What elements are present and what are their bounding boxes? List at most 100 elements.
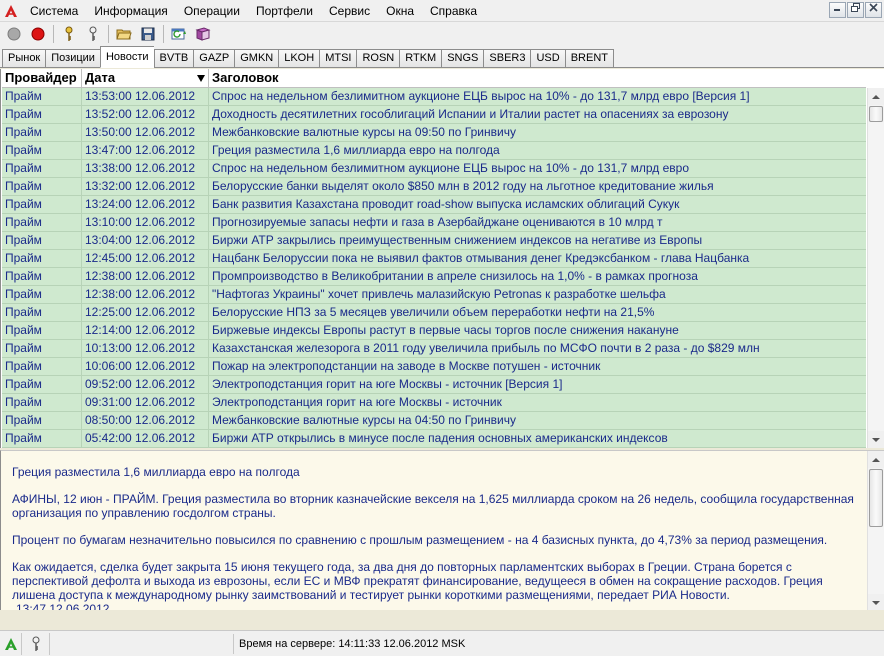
green-arrow-up-icon [4, 637, 17, 650]
arrow-up-icon [872, 457, 880, 462]
table-row[interactable]: Прайм 13:53:00 12.06.2012 Спрос на недельн… [2, 88, 866, 106]
table-row[interactable]: Прайм 12:38:00 12.06.2012 Промпроизводство… [2, 268, 866, 286]
cell-date: 12:45:00 12.06.2012 [82, 250, 209, 267]
column-header-provider[interactable]: Провайдер [2, 69, 82, 88]
tab-sngs[interactable]: SNGS [441, 49, 484, 68]
menu-windows[interactable]: Окна [378, 0, 422, 22]
cell-date: 08:50:00 12.06.2012 [82, 412, 209, 429]
connect-button[interactable] [3, 23, 25, 45]
cell-date: 12:38:00 12.06.2012 [82, 286, 209, 303]
instrument-tabs: Рынок Позиции Новости BVTB GAZP GMKN LKO… [0, 46, 884, 68]
tab-lkoh[interactable]: LKOH [278, 49, 320, 68]
table-row[interactable]: Прайм 10:06:00 12.06.2012 Пожар на электро… [2, 358, 866, 376]
open-button[interactable] [113, 23, 135, 45]
toolbar-separator [53, 25, 54, 43]
table-row[interactable]: Прайм 13:10:00 12.06.2012 Прогнозируемые з… [2, 214, 866, 232]
table-row[interactable]: Прайм 13:38:00 12.06.2012 Спрос на недельн… [2, 160, 866, 178]
tab-usd[interactable]: USD [530, 49, 565, 68]
menu-service[interactable]: Сервис [321, 0, 378, 22]
key-outline-button[interactable] [82, 23, 104, 45]
tab-positions[interactable]: Позиции [45, 49, 100, 68]
cell-title: Спрос на недельном безлимитном аукционе … [212, 89, 750, 103]
cell-provider: Прайм [2, 142, 82, 159]
table-row[interactable]: Прайм 13:47:00 12.06.2012 Греция разместил… [2, 142, 866, 160]
menu-information[interactable]: Информация [86, 0, 175, 22]
table-row[interactable]: Прайм 05:42:00 12.06.2012 Биржи АТР открыл… [2, 430, 866, 448]
table-row[interactable]: Прайм 12:25:00 12.06.2012 Белорусские НПЗ … [2, 304, 866, 322]
cell-provider: Прайм [2, 178, 82, 195]
menu-help[interactable]: Справка [422, 0, 485, 22]
cell-provider: Прайм [2, 322, 82, 339]
book-button[interactable] [192, 23, 214, 45]
table-row[interactable]: Прайм 13:50:00 12.06.2012 Межбанковские ва… [2, 124, 866, 142]
table-row[interactable]: Прайм 12:38:00 12.06.2012 "Нафтогаз Украин… [2, 286, 866, 304]
connection-status-button[interactable] [0, 632, 22, 655]
article-scroll-up-button[interactable] [868, 451, 884, 468]
column-header-title[interactable]: Заголовок [209, 69, 866, 88]
cell-date: 13:04:00 12.06.2012 [82, 232, 209, 249]
news-scrollbar[interactable] [867, 88, 884, 448]
cell-provider: Прайм [2, 232, 82, 249]
tab-rtkm[interactable]: RTKM [399, 49, 442, 68]
tab-gazp[interactable]: GAZP [193, 49, 235, 68]
toolbar-separator [108, 25, 109, 43]
table-row[interactable]: Прайм 10:13:00 12.06.2012 Казахстанская же… [2, 340, 866, 358]
cell-provider: Прайм [2, 394, 82, 411]
menu-system[interactable]: Система [22, 0, 86, 22]
menu-operations[interactable]: Операции [176, 0, 248, 22]
sort-desc-icon [197, 75, 205, 82]
cell-date: 10:06:00 12.06.2012 [82, 358, 209, 375]
cell-provider: Прайм [2, 160, 82, 177]
minimize-button[interactable] [829, 2, 846, 18]
table-row[interactable]: Прайм 09:31:00 12.06.2012 Электроподстанци… [2, 394, 866, 412]
tab-market[interactable]: Рынок [2, 49, 46, 68]
tab-bvtb[interactable]: BVTB [153, 49, 194, 68]
cell-provider: Прайм [2, 430, 82, 447]
table-row[interactable]: Прайм 08:50:00 12.06.2012 Межбанковские ва… [2, 412, 866, 430]
table-row[interactable]: Прайм 13:52:00 12.06.2012 Доходность десят… [2, 106, 866, 124]
toolbar-separator [163, 25, 164, 43]
restore-button[interactable] [847, 2, 864, 18]
open-folder-icon [116, 29, 132, 40]
red-record-icon [31, 27, 45, 41]
menu-bar: Система Информация Операции Портфели Сер… [0, 0, 884, 22]
disconnect-button[interactable] [27, 23, 49, 45]
key-icon [65, 26, 73, 41]
cell-title: Пожар на электроподстанции на заводе в М… [212, 359, 601, 373]
scroll-down-button[interactable] [868, 431, 884, 448]
article-scrollbar[interactable] [867, 451, 884, 610]
table-row[interactable]: Прайм 09:52:00 12.06.2012 Электроподстанци… [2, 376, 866, 394]
table-row[interactable]: Прайм 13:04:00 12.06.2012 Биржи АТР закрыл… [2, 232, 866, 250]
key-outline-icon [89, 26, 97, 41]
tab-gmkn[interactable]: GMKN [234, 49, 279, 68]
cell-provider: Прайм [2, 304, 82, 321]
column-header-date-label: Дата [85, 70, 116, 85]
table-row[interactable]: Прайм 12:45:00 12.06.2012 Нацбанк Белорусс… [2, 250, 866, 268]
article-scroll-thumb[interactable] [869, 469, 883, 527]
minimize-icon [834, 9, 840, 11]
tab-rosn[interactable]: ROSN [356, 49, 400, 68]
key-button[interactable] [58, 23, 80, 45]
tab-sber3[interactable]: SBER3 [483, 49, 531, 68]
cell-date: 13:10:00 12.06.2012 [82, 214, 209, 231]
refresh-window-button[interactable] [168, 23, 190, 45]
cell-date: 12:38:00 12.06.2012 [82, 268, 209, 285]
cell-date: 12:14:00 12.06.2012 [82, 322, 209, 339]
close-button[interactable] [865, 2, 882, 18]
cell-title: Электроподстанция горит на юге Москвы - … [212, 377, 563, 391]
scroll-thumb[interactable] [869, 106, 883, 122]
table-row[interactable]: Прайм 12:14:00 12.06.2012 Биржевые индексы… [2, 322, 866, 340]
column-header-date[interactable]: Дата [82, 69, 209, 88]
table-row[interactable]: Прайм 13:24:00 12.06.2012 Банк развития Ка… [2, 196, 866, 214]
table-row[interactable]: Прайм 13:32:00 12.06.2012 Белорусские банк… [2, 178, 866, 196]
menu-portfolios[interactable]: Портфели [248, 0, 321, 22]
article-scroll-down-button[interactable] [868, 594, 884, 610]
cell-title: Биржи АТР закрылись преимущественным сни… [212, 233, 703, 247]
tab-mtsi[interactable]: MTSI [319, 49, 357, 68]
key-status-button[interactable] [22, 632, 50, 655]
tab-brent[interactable]: BRENT [564, 49, 614, 68]
refresh-window-icon [171, 28, 186, 40]
save-button[interactable] [137, 23, 159, 45]
scroll-up-button[interactable] [868, 88, 884, 105]
tab-news[interactable]: Новости [99, 46, 154, 68]
